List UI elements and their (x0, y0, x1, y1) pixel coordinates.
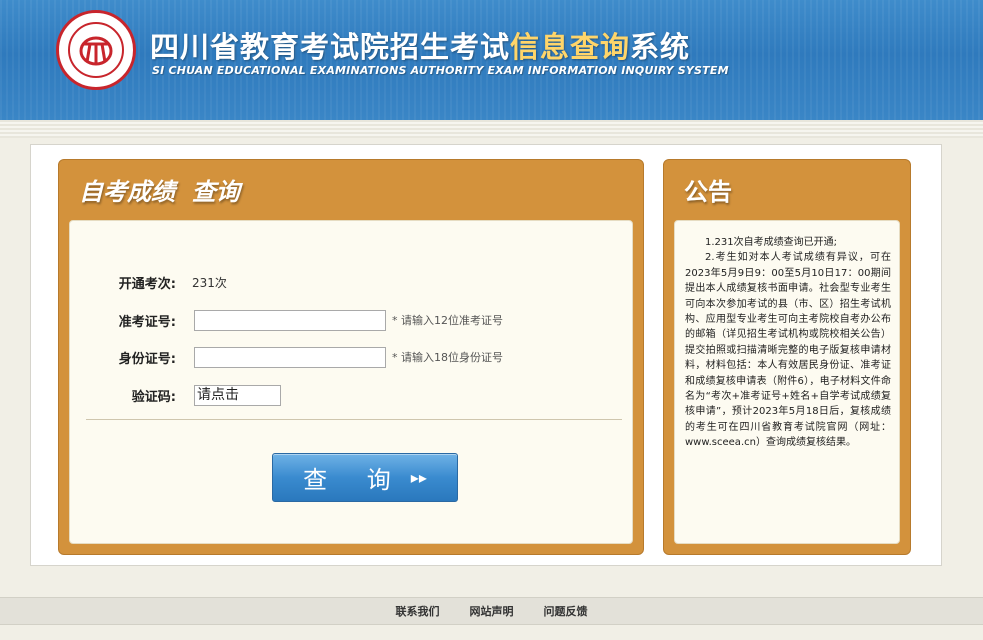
site-title-part1: 四川省教育考试院招生考试 (150, 30, 511, 64)
exam-session-row: 开通考次: 231次 (70, 271, 227, 293)
query-submit-button[interactable]: 查 询 ▸▸ (272, 453, 458, 502)
ticket-number-input[interactable] (194, 309, 386, 331)
ticket-label: 准考证号: (118, 314, 176, 330)
exam-session-label: 开通考次: (118, 276, 176, 292)
captcha-label: 验证码: (131, 389, 176, 405)
header-stripe (0, 120, 983, 138)
query-form: 开通考次: 231次 准考证号: * 请输入12位准考证号 身份证号: * 请输… (69, 220, 633, 544)
site-header: 四川省教育考试院招生考试信息查询系统 SI CHUAN EDUCATIONAL … (0, 0, 983, 120)
score-query-panel: 自考成绩 查询 开通考次: 231次 准考证号: * 请输入12位准考证号 身份… (58, 159, 644, 555)
notice-paragraph: 1.231次自考成绩查询已开通; (705, 237, 837, 248)
footer-link-statement[interactable]: 网站声明 (470, 603, 514, 619)
notice-text: 1.231次自考成绩查询已开通; 2.考生如对本人考试成绩有异议，可在2023年… (685, 235, 891, 451)
site-title-part3: 系统 (630, 30, 691, 64)
captcha-button[interactable]: 请点击 (194, 384, 281, 406)
double-chevron-right-icon: ▸▸ (410, 468, 427, 487)
notice-panel: 公告 1.231次自考成绩查询已开通; 2.考生如对本人考试成绩有异议，可在20… (663, 159, 911, 555)
ticket-row: 准考证号: * 请输入12位准考证号 (70, 309, 503, 331)
footer-link-feedback[interactable]: 问题反馈 (544, 603, 588, 619)
notice-panel-title: 公告 (684, 178, 732, 206)
sceea-logo (56, 10, 136, 90)
query-panel-title: 自考成绩 查询 (79, 178, 240, 206)
captcha-row: 验证码: 请点击 (70, 384, 281, 406)
id-row: 身份证号: * 请输入18位身份证号 (70, 346, 503, 368)
query-submit-label: 查 询 (303, 466, 407, 494)
id-label: 身份证号: (118, 351, 176, 367)
seal-icon (68, 22, 124, 78)
exam-session-value: 231次 (192, 275, 227, 290)
id-number-input[interactable] (194, 346, 386, 368)
ticket-hint: * 请输入12位准考证号 (392, 314, 503, 327)
site-title: 四川省教育考试院招生考试信息查询系统 (150, 24, 690, 66)
site-title-part2: 信息查询 (510, 30, 631, 64)
footer-link-contact[interactable]: 联系我们 (396, 603, 440, 619)
notice-paragraph: 2.考生如对本人考试成绩有异议，可在2023年5月9日9：00至5月10日17：… (685, 252, 891, 449)
notice-body: 1.231次自考成绩查询已开通; 2.考生如对本人考试成绩有异议，可在2023年… (674, 220, 900, 544)
site-footer: 联系我们 网站声明 问题反馈 (0, 597, 983, 625)
site-subtitle: SI CHUAN EDUCATIONAL EXAMINATIONS AUTHOR… (152, 64, 729, 77)
form-divider (86, 419, 622, 420)
id-hint: * 请输入18位身份证号 (392, 351, 503, 364)
